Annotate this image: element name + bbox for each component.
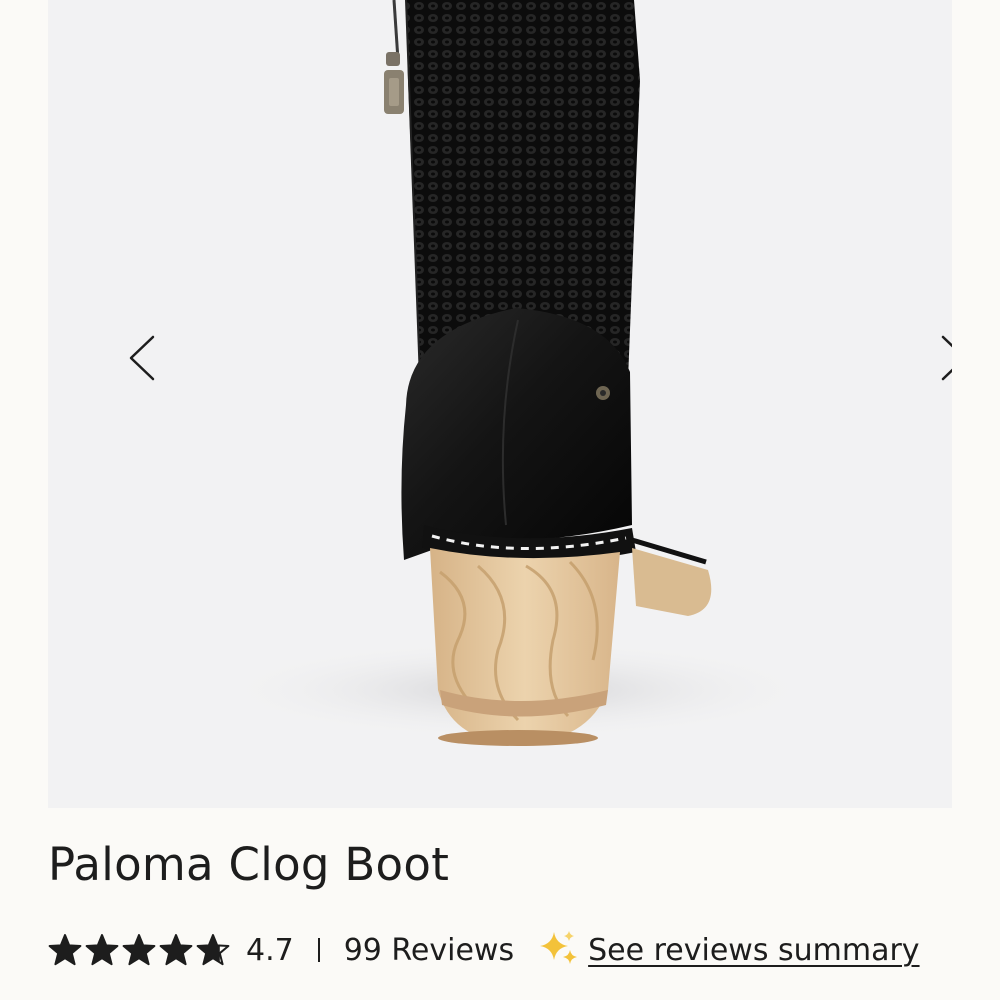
star-icon [85, 934, 119, 966]
rating-row: 4.7 99 Reviews See reviews summary [48, 924, 948, 976]
star-rating[interactable] [48, 933, 230, 967]
next-image-button[interactable] [922, 326, 952, 390]
see-reviews-summary-link[interactable]: See reviews summary [588, 933, 919, 968]
star-icon [196, 934, 230, 966]
review-count-link[interactable]: 99 Reviews [344, 933, 514, 968]
sparkle-icon [540, 931, 578, 964]
star-icon [159, 934, 193, 966]
product-image-gallery[interactable] [48, 0, 952, 808]
rating-divider [317, 938, 320, 962]
star-icon [122, 934, 156, 966]
chevron-left-icon [129, 335, 155, 381]
star-icon [48, 934, 82, 966]
product-title: Paloma Clog Boot [48, 838, 450, 891]
rating-value: 4.7 [246, 932, 294, 968]
chevron-right-icon [941, 335, 952, 381]
previous-image-button[interactable] [110, 326, 174, 390]
product-page: Paloma Clog Boot 4.7 99 Reviews See revi… [0, 0, 1000, 1000]
product-image [218, 0, 818, 746]
